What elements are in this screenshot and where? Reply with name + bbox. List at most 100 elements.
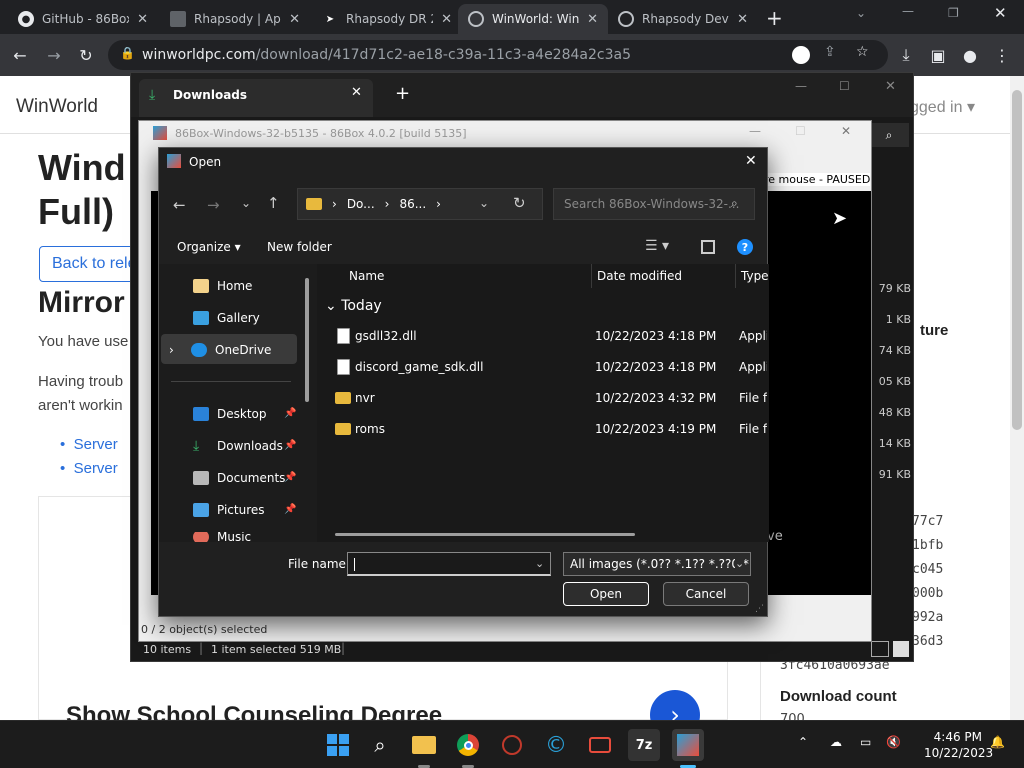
window-close-icon[interactable]: ✕ — [841, 124, 851, 138]
file-row[interactable]: roms 10/22/2023 4:19 PM File fo — [329, 419, 769, 441]
window-close-icon[interactable]: ✕ — [994, 4, 1007, 22]
nav-onedrive[interactable]: › OneDrive — [169, 340, 271, 360]
site-logo[interactable]: WinWorld — [16, 96, 98, 118]
share-icon[interactable]: ⇪ — [824, 44, 836, 60]
nav-scrollbar[interactable] — [305, 278, 309, 402]
dialog-close-icon[interactable]: ✕ — [745, 153, 757, 169]
recent-locations-icon[interactable]: ⌄ — [241, 196, 251, 210]
file-row[interactable]: nvr 10/22/2023 4:32 PM File fo — [329, 388, 769, 410]
column-divider[interactable] — [735, 264, 736, 288]
column-divider[interactable] — [591, 264, 592, 288]
search-input[interactable]: Search 86Box-Windows-32-... — [553, 188, 755, 220]
nav-home[interactable]: Home — [193, 276, 252, 296]
tab-rhapsody-dev[interactable]: Rhapsody Deve ✕ — [608, 4, 758, 34]
nav-downloads[interactable]: ⤓ Downloads — [193, 436, 283, 456]
help-icon[interactable]: ? — [737, 239, 753, 255]
breadcrumb-item[interactable]: Do... — [347, 197, 375, 211]
close-icon[interactable]: ✕ — [289, 12, 300, 27]
tab-rhapsody-app[interactable]: Rhapsody | App ✕ — [160, 4, 310, 34]
ad-headline[interactable]: Show School Counseling Degree — [66, 702, 442, 720]
nav-gallery[interactable]: Gallery — [193, 308, 260, 328]
chrome-icon[interactable] — [452, 729, 484, 761]
monitor-icon[interactable]: ▭ — [860, 735, 871, 749]
download-icon[interactable]: ⤓ — [894, 43, 918, 67]
resize-grip-icon[interactable]: ⋰ — [755, 604, 764, 614]
close-icon[interactable]: ✕ — [137, 12, 148, 27]
86box-taskbar-icon[interactable] — [672, 729, 704, 761]
new-tab-button[interactable]: + — [395, 83, 410, 104]
window-close-icon[interactable]: ✕ — [885, 79, 896, 94]
preview-pane-icon[interactable] — [701, 240, 715, 254]
chevron-down-icon[interactable]: ⌄ — [535, 557, 544, 570]
server-link[interactable]: • Server — [60, 436, 118, 453]
chevron-up-icon[interactable]: ⌃ — [798, 735, 808, 749]
google-icon[interactable] — [792, 46, 810, 64]
cloud-icon[interactable]: ☁ — [830, 735, 842, 749]
back-icon[interactable]: ← — [173, 196, 186, 214]
maximize-icon[interactable]: ☐ — [795, 124, 806, 138]
minimize-icon[interactable]: — — [795, 79, 807, 93]
tab-rhapsody-dr2[interactable]: ➤ Rhapsody DR 2 ✕ — [312, 4, 462, 34]
minimize-icon[interactable]: — — [749, 124, 761, 138]
app-camera-icon[interactable] — [584, 729, 616, 761]
address-bar[interactable]: 🔒 winworldpc.com/download/417d71c2-ae18-… — [108, 40, 888, 70]
horizontal-scrollbar[interactable] — [335, 533, 635, 536]
close-icon[interactable]: ✕ — [737, 12, 748, 27]
details-view-icon[interactable] — [871, 641, 889, 657]
clock[interactable]: 4:46 PM 10/22/2023 — [924, 729, 993, 761]
bookmark-star-icon[interactable]: ☆ — [856, 44, 869, 60]
open-button[interactable]: Open — [563, 582, 649, 606]
nav-music[interactable]: Music — [193, 532, 251, 542]
forward-icon[interactable]: → — [207, 196, 220, 214]
organize-menu[interactable]: Organize ▾ — [177, 240, 241, 254]
view-options-icon[interactable]: ☰ ▾ — [645, 238, 669, 254]
file-row[interactable]: discord_game_sdk.dll 10/22/2023 4:18 PM Ap… — [329, 357, 769, 379]
up-icon[interactable]: ↑ — [267, 194, 280, 212]
search-icon[interactable]: ⌕ — [869, 123, 909, 147]
new-folder-button[interactable]: New folder — [267, 240, 332, 254]
notification-bell-icon[interactable]: 🔔 — [990, 735, 1005, 749]
refresh-icon[interactable]: ↻ — [513, 194, 526, 212]
close-icon[interactable]: ✕ — [351, 85, 362, 100]
filename-input[interactable] — [347, 552, 551, 576]
start-icon[interactable] — [322, 729, 354, 761]
nav-pictures[interactable]: Pictures — [193, 500, 265, 520]
address-breadcrumb[interactable]: › Do... › 86... › — [297, 188, 543, 220]
chevron-down-icon[interactable]: ⌄ — [735, 557, 745, 570]
new-tab-button[interactable]: + — [766, 6, 783, 30]
cancel-button[interactable]: Cancel — [663, 582, 749, 606]
volume-icon[interactable]: 🔇 — [886, 735, 901, 749]
restore-icon[interactable]: ❐ — [948, 6, 959, 20]
column-header-name[interactable]: Name — [349, 269, 384, 283]
nav-desktop[interactable]: Desktop — [193, 404, 267, 424]
tab-search-icon[interactable]: ⌄ — [856, 6, 866, 20]
minimize-icon[interactable]: — — [902, 4, 914, 18]
app-red-icon[interactable] — [496, 729, 528, 761]
7zip-icon[interactable]: 7z — [628, 729, 660, 761]
breadcrumb-item[interactable]: 86... — [399, 197, 426, 211]
close-icon[interactable]: ✕ — [441, 12, 452, 27]
chevron-down-icon[interactable]: ⌄ — [479, 196, 489, 210]
file-explorer-icon[interactable] — [408, 729, 440, 761]
search-icon[interactable]: ⌕ — [364, 729, 396, 761]
login-menu[interactable]: gged in ▾ — [910, 97, 975, 117]
maximize-icon[interactable]: ☐ — [839, 79, 850, 93]
column-header-date[interactable]: Date modified — [597, 269, 682, 283]
chevron-right-icon[interactable]: › — [169, 343, 183, 357]
side-panel-icon[interactable]: ▣ — [926, 43, 950, 67]
file-row[interactable]: gsdll32.dll 10/22/2023 4:18 PM Appli — [329, 326, 769, 348]
group-header[interactable]: ⌄ Today — [325, 298, 382, 314]
tab-github[interactable]: ● GitHub - 86Box ✕ — [8, 4, 158, 34]
tab-winworld[interactable]: WinWorld: Win ✕ — [458, 4, 608, 34]
server-link[interactable]: • Server — [60, 460, 118, 477]
nav-documents[interactable]: Documents — [193, 468, 285, 488]
page-scrollbar-thumb[interactable] — [1012, 90, 1022, 430]
menu-icon[interactable]: ⋮ — [990, 43, 1014, 67]
file-type-filter[interactable]: All images (*.0?? *.1?? *.??0 *.86 — [563, 552, 751, 576]
back-icon[interactable]: ← — [8, 43, 32, 67]
tiles-view-icon[interactable] — [893, 641, 909, 657]
close-icon[interactable]: ✕ — [587, 12, 598, 27]
forward-icon[interactable]: → — [42, 43, 66, 67]
app-c-icon[interactable]: © — [540, 729, 572, 761]
reload-icon[interactable]: ↻ — [74, 43, 98, 67]
